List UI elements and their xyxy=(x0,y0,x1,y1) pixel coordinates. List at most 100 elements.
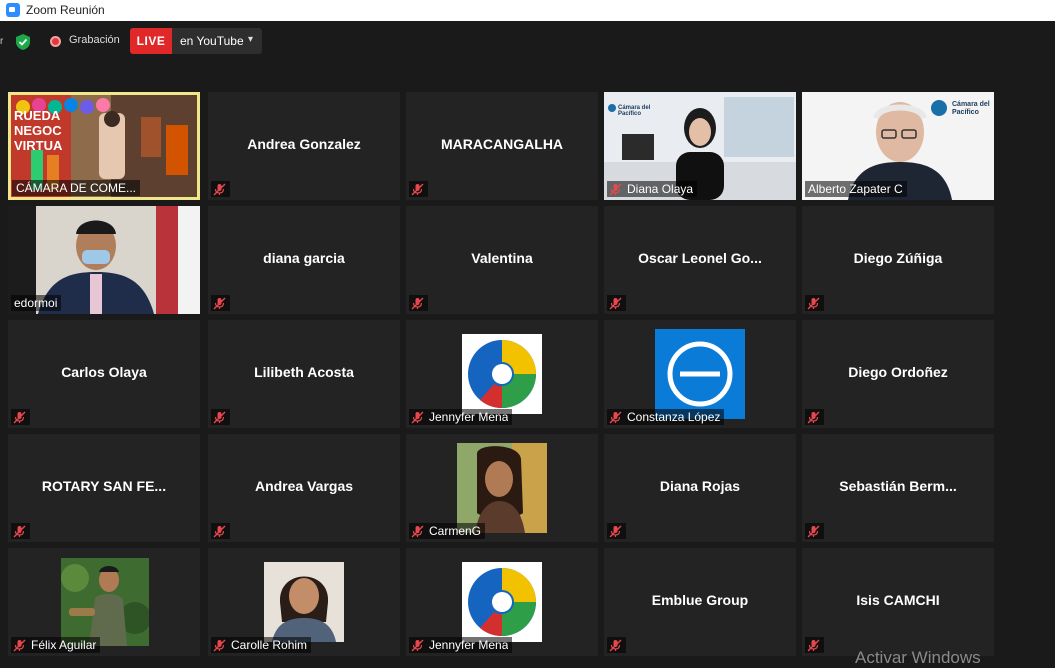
camara-pacifico-logo: Cámara del Pacífico xyxy=(618,105,650,117)
participant-name-bar xyxy=(607,637,626,653)
participant-name-bar xyxy=(607,523,626,539)
participant-tile[interactable]: MARACANGALHA xyxy=(406,92,598,200)
participant-tile[interactable]: ROTARY SAN FE... xyxy=(8,434,200,542)
participant-name-bar xyxy=(409,181,428,197)
profile-photo xyxy=(264,562,344,642)
participant-name: edormoi xyxy=(14,296,58,310)
participant-tile[interactable]: Carlos Olaya xyxy=(8,320,200,428)
presentation-line: NEGOC xyxy=(14,123,62,138)
logo-text: Pacífico xyxy=(952,109,979,116)
presentation-line: VIRTUA xyxy=(14,138,63,153)
camara-pacifico-logo: Cámara del Pacífico xyxy=(952,101,990,117)
participant-display-name: Isis CAMCHI xyxy=(856,592,940,608)
participant-name-bar: CarmenG xyxy=(409,523,486,539)
participant-tile[interactable]: Félix Aguilar xyxy=(8,548,200,656)
participant-tile[interactable]: Jennyfer Mena xyxy=(406,548,598,656)
participant-tile[interactable]: Lilibeth Acosta xyxy=(208,320,400,428)
participant-tile[interactable]: Diego Ordoñez xyxy=(802,320,994,428)
mic-muted-icon xyxy=(213,639,226,651)
profile-photo xyxy=(61,558,149,646)
participant-tile[interactable]: Diego Zúñiga xyxy=(802,206,994,314)
mic-muted-icon xyxy=(609,411,622,423)
mic-muted-icon xyxy=(411,525,424,537)
participant-display-name: diana garcia xyxy=(263,250,345,266)
participant-name-bar: Félix Aguilar xyxy=(11,637,101,653)
participant-name-bar xyxy=(211,295,230,311)
profile-logo-image xyxy=(655,329,745,419)
participant-name-bar: Diana Olaya xyxy=(607,181,698,197)
participant-name: Carolle Rohim xyxy=(231,638,308,652)
participant-name-bar: Alberto Zapater C xyxy=(805,181,907,197)
participant-tile[interactable]: Jennyfer Mena xyxy=(406,320,598,428)
mic-muted-icon xyxy=(213,183,226,195)
mic-muted-icon xyxy=(609,639,622,651)
participant-display-name: Andrea Vargas xyxy=(254,478,354,494)
participant-name: CÁMARA DE COME... xyxy=(16,181,137,195)
participant-display-name: Diego Zúñiga xyxy=(853,250,943,266)
participant-tile[interactable]: Sebastián Berm... xyxy=(802,434,994,542)
participant-display-name: MARACANGALHA xyxy=(440,136,564,152)
participant-name: CarmenG xyxy=(429,524,482,538)
participant-display-name: Carlos Olaya xyxy=(61,364,147,380)
participant-name-bar: edormoi xyxy=(11,295,62,311)
mic-muted-icon xyxy=(411,411,424,423)
participant-name-bar xyxy=(11,409,30,425)
profile-logo-image xyxy=(462,562,542,642)
participant-name-bar: Carolle Rohim xyxy=(211,637,312,653)
participant-gallery: RUEDA NEGOC VIRTUA CÁMARA DE COME... And… xyxy=(0,0,1055,663)
mic-muted-icon xyxy=(13,525,26,537)
mic-muted-icon xyxy=(411,183,424,195)
participant-display-name: Lilibeth Acosta xyxy=(254,364,354,380)
participant-name: Constanza López xyxy=(627,410,721,424)
participant-tile[interactable]: Isis CAMCHI xyxy=(802,548,994,656)
participant-name-bar xyxy=(805,523,824,539)
mic-muted-icon xyxy=(609,297,622,309)
participant-name-bar xyxy=(607,295,626,311)
participant-tile[interactable]: edormoi xyxy=(8,206,200,314)
participant-name: Félix Aguilar xyxy=(31,638,97,652)
mic-muted-icon xyxy=(807,639,820,651)
participant-tile[interactable]: Oscar Leonel Go... xyxy=(604,206,796,314)
participant-tile[interactable]: Cámara del Pacífico Diana Olaya xyxy=(604,92,796,200)
logo-text: Pacífico xyxy=(618,111,642,117)
mic-muted-icon xyxy=(807,411,820,423)
participant-tile[interactable]: Andrea Vargas xyxy=(208,434,400,542)
participant-tile[interactable]: Carolle Rohim xyxy=(208,548,400,656)
profile-logo-image xyxy=(462,334,542,414)
mic-muted-icon xyxy=(13,639,26,651)
participant-tile[interactable]: Valentina xyxy=(406,206,598,314)
participant-tile[interactable]: diana garcia xyxy=(208,206,400,314)
participant-display-name: Emblue Group xyxy=(651,592,749,608)
os-activation-watermark: Activar Windows xyxy=(855,648,981,667)
mic-muted-icon xyxy=(609,183,622,195)
logo-text: Cámara del xyxy=(952,101,990,108)
participant-display-name: Diana Rojas xyxy=(659,478,741,494)
mic-muted-icon xyxy=(411,639,424,651)
participant-tile[interactable]: Emblue Group xyxy=(604,548,796,656)
participant-name-bar: Jennyfer Mena xyxy=(409,409,513,425)
participant-name: Jennyfer Mena xyxy=(429,638,509,652)
mic-muted-icon xyxy=(213,411,226,423)
participant-tile[interactable]: Constanza López xyxy=(604,320,796,428)
participant-name-bar xyxy=(211,181,230,197)
participant-name: Jennyfer Mena xyxy=(429,410,509,424)
participant-name-bar xyxy=(805,409,824,425)
participant-tile[interactable]: RUEDA NEGOC VIRTUA CÁMARA DE COME... xyxy=(8,92,200,200)
participant-display-name: Oscar Leonel Go... xyxy=(638,250,762,266)
participant-display-name: Sebastián Berm... xyxy=(839,478,957,494)
participant-display-name: ROTARY SAN FE... xyxy=(41,478,167,494)
participant-name-bar: CÁMARA DE COME... xyxy=(12,180,141,196)
participant-name-bar xyxy=(805,295,824,311)
participant-tile[interactable]: Diana Rojas xyxy=(604,434,796,542)
participant-name-bar xyxy=(805,637,824,653)
participant-name-bar: Jennyfer Mena xyxy=(409,637,513,653)
participant-name: Alberto Zapater C xyxy=(808,182,903,196)
participant-name-bar xyxy=(11,523,30,539)
participant-name-bar xyxy=(211,523,230,539)
participant-tile[interactable]: Cámara del Pacífico Alberto Zapater C xyxy=(802,92,994,200)
mic-muted-icon xyxy=(213,525,226,537)
participant-tile[interactable]: CarmenG xyxy=(406,434,598,542)
participant-tile[interactable]: Andrea Gonzalez xyxy=(208,92,400,200)
presentation-text: RUEDA NEGOC VIRTUA xyxy=(14,108,62,153)
mic-muted-icon xyxy=(13,411,26,423)
